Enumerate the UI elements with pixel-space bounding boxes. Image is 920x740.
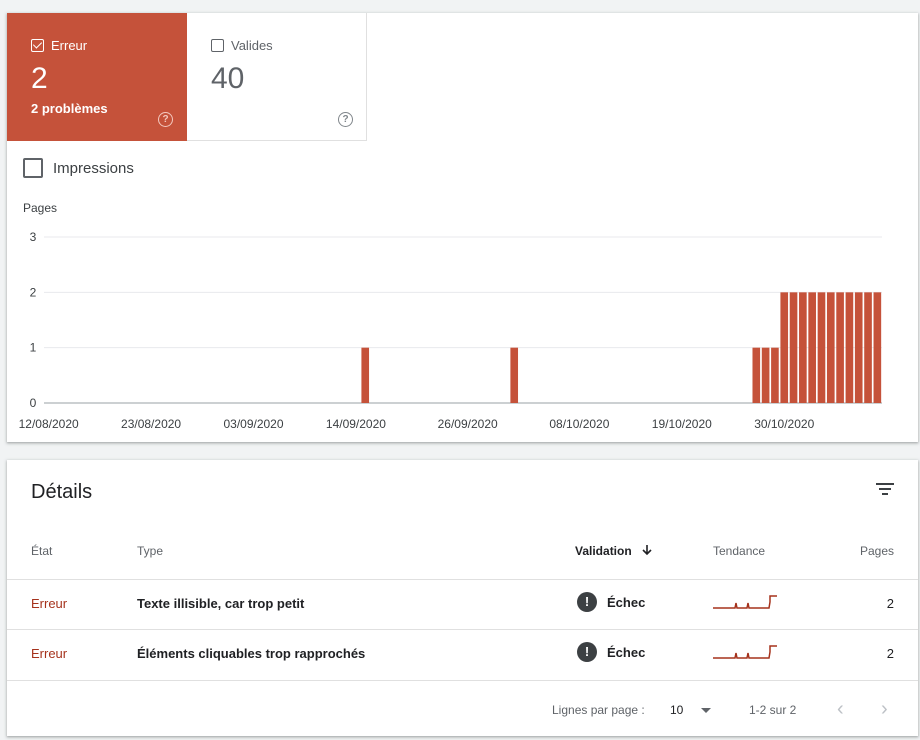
impressions-label: Impressions [53,159,134,177]
chart-bar[interactable] [808,292,816,403]
chart-bar[interactable] [799,292,807,403]
trend-sparkline [713,595,777,609]
details-card: Détails État Type Validation Tendance Pa… [7,460,918,736]
chart-y-tick-label: 2 [30,285,37,299]
filter-icon[interactable] [876,482,896,498]
row-state: Erreur [31,596,68,611]
chart-bar[interactable] [864,292,872,403]
chart-y-tick-label: 3 [30,230,37,244]
help-icon[interactable]: ? [338,112,353,127]
error-tile-header: Erreur [31,38,87,53]
row-type: Texte illisible, car trop petit [137,596,305,611]
alert-icon: ! [577,642,597,662]
valid-count: 40 [211,62,245,95]
chart-y-tick-label: 1 [30,341,37,355]
chart-x-tick-label: 30/10/2020 [754,417,814,431]
chart-bar[interactable] [817,292,826,403]
chart-bar[interactable] [510,347,519,403]
chart-bar[interactable] [854,292,863,403]
column-header-state[interactable]: État [31,544,52,558]
chart-ylabel: Pages [23,201,57,215]
trend-sparkline [713,645,777,659]
table-row[interactable]: Erreur Texte illisible, car trop petit !… [7,579,918,629]
row-validation-label: Échec [607,594,646,610]
column-header-validation[interactable]: Validation [575,544,653,558]
column-header-validation-label: Validation [575,544,632,558]
details-title: Détails [31,481,93,503]
chevron-right-icon[interactable]: › [881,699,888,719]
chart-bar[interactable] [836,292,844,403]
row-pages: 2 [886,596,894,611]
table-pagination: Lignes par page : 10 1-2 sur 2 ‹ › [7,680,918,736]
chart-y-tick-label: 0 [30,396,37,410]
overview-card: Erreur 2 2 problèmes ? Valides 40 ? Impr… [7,13,918,442]
chart-bar[interactable] [752,347,761,403]
valid-checkbox[interactable] [211,39,224,52]
row-validation: ! Échec [577,592,645,612]
chart-bar[interactable] [845,292,854,403]
chart-x-tick-label: 23/08/2020 [121,417,181,431]
dropdown-caret-icon [701,708,712,714]
help-icon[interactable]: ? [158,112,173,127]
row-type: Éléments cliquables trop rapprochés [137,646,366,661]
column-header-type[interactable]: Type [137,544,163,558]
chart-x-tick-label: 19/10/2020 [652,417,712,431]
error-tile-label: Erreur [51,38,88,53]
chart-x-tick-label: 14/09/2020 [326,417,386,431]
rows-per-page-value: 10 [670,703,684,717]
chart-bar[interactable] [789,292,798,403]
row-pages: 2 [886,646,894,661]
chart-bar[interactable] [873,292,882,403]
impressions-checkbox[interactable] [23,158,43,178]
alert-icon: ! [577,592,597,612]
row-state: Erreur [31,646,68,661]
chart-bar[interactable] [771,347,779,403]
chart-x-tick-label: 12/08/2020 [19,417,79,431]
chevron-left-icon[interactable]: ‹ [837,699,844,719]
column-header-trend[interactable]: Tendance [713,544,765,558]
impressions-toggle[interactable]: Impressions [23,158,134,178]
pagination-range: 1-2 sur 2 [749,703,797,717]
row-validation: ! Échec [577,642,645,662]
chart-bar[interactable] [780,292,789,403]
row-validation-label: Échec [607,644,646,660]
error-checkbox[interactable] [31,39,44,52]
error-tile[interactable]: Erreur 2 2 problèmes ? [7,13,187,141]
sort-arrow-down-icon [642,545,652,556]
valid-tile-label: Valides [231,38,273,53]
chart-bar[interactable] [826,292,835,403]
error-issues-count: 2 problèmes [31,101,108,116]
valid-tile-header: Valides [211,38,273,53]
chart-bar[interactable] [761,347,770,403]
chart-bar[interactable] [361,347,370,403]
chart-x-tick-label: 08/10/2020 [549,417,609,431]
pages-chart: Pages 0 1 2 3 12/08/2020 23/08/2020 03/09/202… [19,201,882,431]
error-count: 2 [31,62,48,95]
rows-per-page-label: Lignes par page : [552,703,645,717]
column-header-pages[interactable]: Pages [860,544,894,558]
rows-per-page-select[interactable]: 10 [670,703,712,717]
chart-x-tick-label: 26/09/2020 [438,417,498,431]
valid-tile[interactable]: Valides 40 ? [187,13,367,141]
table-row[interactable]: Erreur Éléments cliquables trop rapproch… [7,629,918,679]
chart-x-ticks: 12/08/2020 23/08/2020 03/09/2020 14/09/2020… [19,417,815,431]
chart-x-tick-label: 03/09/2020 [223,417,283,431]
